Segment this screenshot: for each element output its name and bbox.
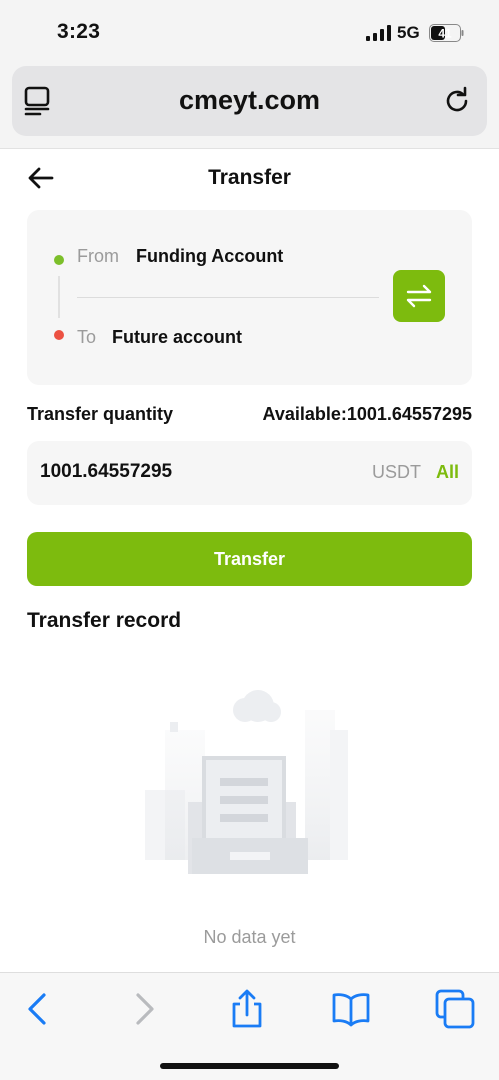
signal-icon bbox=[366, 25, 391, 41]
from-account-select[interactable]: Funding Account bbox=[136, 246, 283, 267]
bookmarks-icon[interactable] bbox=[329, 987, 373, 1031]
battery-icon: 41 bbox=[429, 24, 464, 42]
browser-chrome: 3:23 5G 41 cmeyt.com bbox=[0, 0, 499, 149]
network-type: 5G bbox=[397, 23, 420, 42]
quantity-label: Transfer quantity bbox=[27, 404, 174, 424]
home-indicator bbox=[160, 1063, 339, 1069]
available-balance: Available:1001.64557295 bbox=[262, 404, 473, 424]
quantity-input[interactable]: 1001.64557295 bbox=[40, 461, 172, 483]
page-title: Transfer bbox=[208, 166, 291, 189]
empty-state-illustration bbox=[145, 690, 348, 874]
page-header: Transfer bbox=[0, 150, 499, 206]
from-label: From bbox=[77, 246, 119, 266]
tabs-icon[interactable] bbox=[433, 987, 477, 1031]
forward-icon[interactable] bbox=[122, 987, 166, 1031]
connector-line bbox=[58, 276, 60, 318]
transfer-button[interactable]: Transfer bbox=[27, 532, 472, 586]
swap-button[interactable] bbox=[393, 270, 445, 322]
record-title: Transfer record bbox=[27, 609, 182, 632]
swap-icon bbox=[406, 284, 432, 308]
url-text[interactable]: cmeyt.com bbox=[12, 85, 487, 116]
quantity-field[interactable]: 1001.64557295 USDT All bbox=[27, 441, 472, 505]
divider bbox=[77, 297, 379, 298]
back-icon[interactable] bbox=[16, 987, 60, 1031]
all-button[interactable]: All bbox=[436, 462, 459, 483]
to-account-select[interactable]: Future account bbox=[112, 327, 242, 348]
status-time: 3:23 bbox=[57, 20, 101, 43]
reload-icon[interactable] bbox=[442, 86, 472, 116]
account-card: From Funding Account To Future account bbox=[27, 210, 472, 385]
url-bar[interactable]: cmeyt.com bbox=[12, 66, 487, 136]
unit-label: USDT bbox=[372, 462, 421, 482]
share-icon[interactable] bbox=[225, 987, 269, 1031]
from-dot bbox=[54, 255, 64, 265]
empty-state-text: No data yet bbox=[203, 927, 296, 947]
to-dot bbox=[54, 330, 64, 340]
battery-level: 41 bbox=[438, 27, 452, 41]
to-label: To bbox=[77, 327, 97, 347]
